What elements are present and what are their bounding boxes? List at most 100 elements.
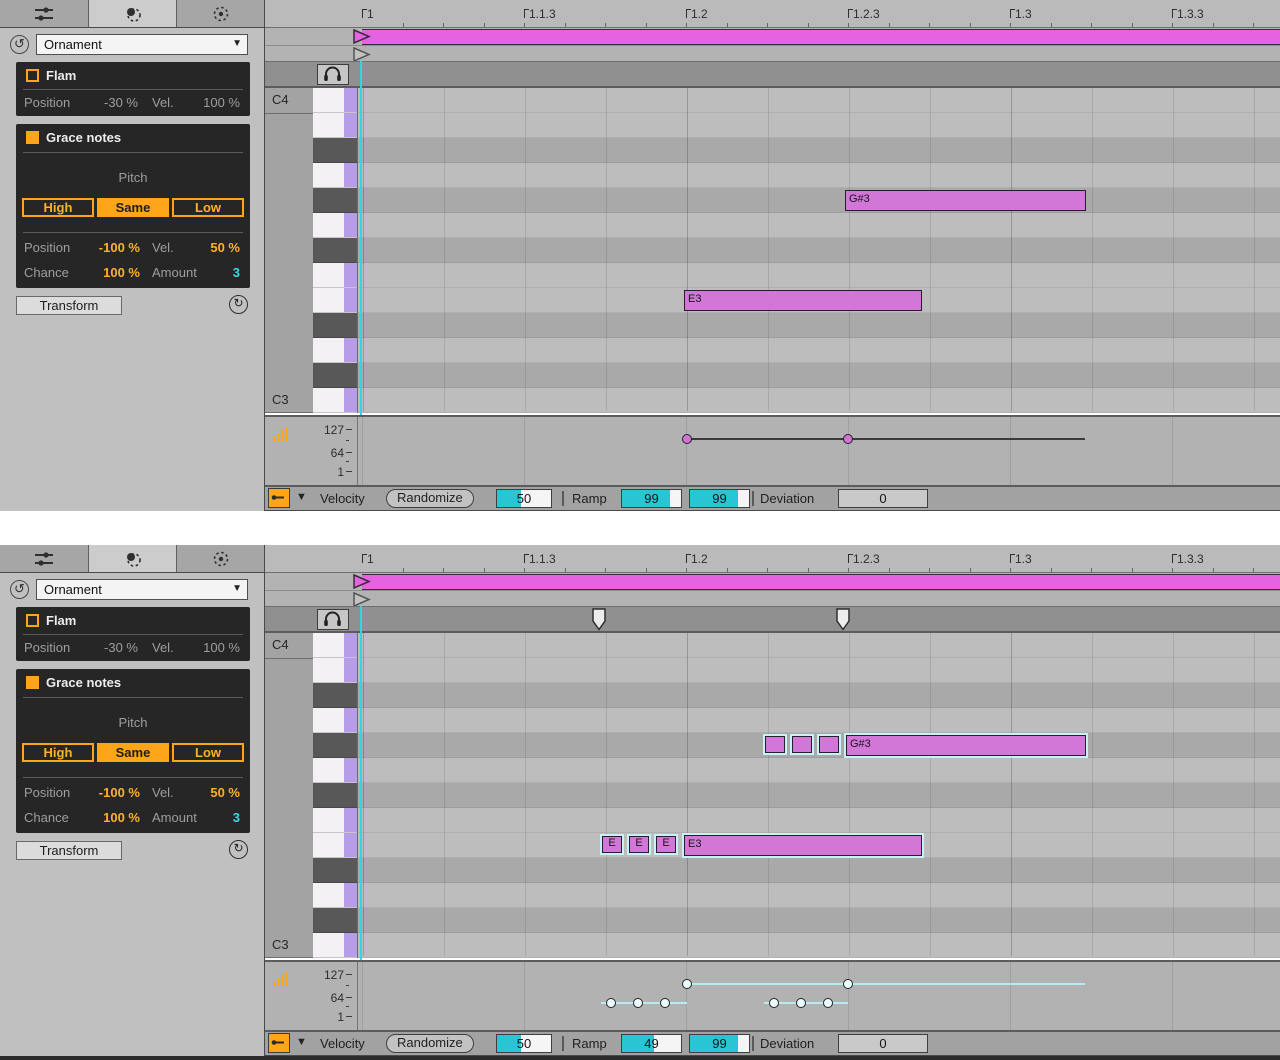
retrigger-button[interactable]: ↻ bbox=[229, 840, 248, 859]
amount-value[interactable]: 3 bbox=[166, 265, 240, 280]
white-key[interactable] bbox=[313, 288, 357, 313]
grace-note[interactable]: E bbox=[602, 836, 622, 853]
velocity-marker[interactable] bbox=[660, 998, 670, 1008]
scrub-row[interactable] bbox=[265, 606, 1280, 633]
black-key[interactable] bbox=[313, 188, 357, 213]
flam-vel-value[interactable]: 100 % bbox=[166, 95, 240, 110]
black-key[interactable] bbox=[313, 238, 357, 263]
velocity-marker[interactable] bbox=[843, 979, 853, 989]
flam-checkbox[interactable] bbox=[26, 614, 39, 627]
randomize-amount-field[interactable]: 50 bbox=[496, 489, 552, 508]
tab-generate[interactable] bbox=[177, 545, 265, 572]
transform-button[interactable]: Transform bbox=[16, 841, 122, 860]
white-key[interactable] bbox=[313, 658, 357, 683]
midi-note[interactable]: E3 bbox=[684, 835, 922, 856]
white-key[interactable] bbox=[313, 708, 357, 733]
black-key[interactable] bbox=[313, 908, 357, 933]
ramp-start-field[interactable]: 49 bbox=[621, 1034, 682, 1053]
preview-headphone-button[interactable] bbox=[317, 64, 349, 85]
pitch-same-button[interactable]: Same bbox=[97, 198, 169, 217]
grace-anchor-marker[interactable] bbox=[592, 608, 606, 631]
transform-button[interactable]: Transform bbox=[16, 296, 122, 315]
grace-position-value[interactable]: -100 % bbox=[56, 785, 140, 800]
clip-start-marker[interactable] bbox=[353, 47, 371, 62]
grace-notes-checkbox[interactable] bbox=[26, 676, 39, 689]
loop-bar[interactable] bbox=[362, 29, 1280, 45]
white-key[interactable] bbox=[313, 933, 357, 958]
randomize-amount-field[interactable]: 50 bbox=[496, 1034, 552, 1053]
white-key[interactable] bbox=[313, 808, 357, 833]
white-key[interactable] bbox=[313, 388, 357, 413]
lane-header-button[interactable] bbox=[268, 1033, 290, 1053]
tab-transform[interactable] bbox=[89, 545, 178, 572]
device-selector[interactable]: Ornament ▼ bbox=[36, 579, 248, 600]
ramp-end-field[interactable]: 99 bbox=[689, 1034, 750, 1053]
black-key[interactable] bbox=[313, 683, 357, 708]
tab-note-utilities[interactable] bbox=[0, 545, 89, 572]
device-reset-button[interactable]: ↺ bbox=[10, 580, 29, 599]
piano-keys[interactable] bbox=[313, 88, 357, 413]
grace-note[interactable] bbox=[792, 736, 812, 753]
grace-note[interactable] bbox=[765, 736, 785, 753]
flam-vel-value[interactable]: 100 % bbox=[166, 640, 240, 655]
loop-bar[interactable] bbox=[362, 574, 1280, 590]
scrub-row[interactable] bbox=[265, 61, 1280, 88]
white-key[interactable] bbox=[313, 213, 357, 238]
timeline-ruler[interactable]: 11.1.31.21.2.31.31.3.3 bbox=[265, 0, 1280, 28]
piano-keys[interactable] bbox=[313, 633, 357, 958]
midi-note[interactable]: G#3 bbox=[845, 190, 1086, 211]
grace-position-value[interactable]: -100 % bbox=[56, 240, 140, 255]
velocity-lane[interactable]: 127641 bbox=[265, 960, 1280, 1030]
retrigger-button[interactable]: ↻ bbox=[229, 295, 248, 314]
black-key[interactable] bbox=[313, 363, 357, 388]
grace-note[interactable] bbox=[819, 736, 839, 753]
white-key[interactable] bbox=[313, 758, 357, 783]
velocity-marker[interactable] bbox=[823, 998, 833, 1008]
deviation-field[interactable]: 0 bbox=[838, 1034, 928, 1053]
velocity-marker[interactable] bbox=[606, 998, 616, 1008]
black-key[interactable] bbox=[313, 783, 357, 808]
loop-start-marker[interactable] bbox=[353, 574, 371, 589]
randomize-button[interactable]: Randomize bbox=[386, 1034, 474, 1053]
preview-headphone-button[interactable] bbox=[317, 609, 349, 630]
timeline-ruler[interactable]: 11.1.31.21.2.31.31.3.3 bbox=[265, 545, 1280, 573]
grace-note[interactable]: E bbox=[656, 836, 676, 853]
deviation-field[interactable]: 0 bbox=[838, 489, 928, 508]
grace-vel-value[interactable]: 50 % bbox=[166, 240, 240, 255]
velocity-marker[interactable] bbox=[796, 998, 806, 1008]
amount-value[interactable]: 3 bbox=[166, 810, 240, 825]
note-grid[interactable]: G#3 E3 bbox=[357, 88, 1280, 413]
white-key[interactable] bbox=[313, 163, 357, 188]
velocity-marker[interactable] bbox=[633, 998, 643, 1008]
pitch-low-button[interactable]: Low bbox=[172, 198, 244, 217]
lane-caret-icon[interactable]: ▼ bbox=[296, 1036, 307, 1048]
device-reset-button[interactable]: ↺ bbox=[10, 35, 29, 54]
white-key[interactable] bbox=[313, 833, 357, 858]
note-grid[interactable]: G#3EEEE3 bbox=[357, 633, 1280, 958]
white-key[interactable] bbox=[313, 338, 357, 363]
loop-start-marker[interactable] bbox=[353, 29, 371, 44]
midi-note[interactable]: E3 bbox=[684, 290, 922, 311]
black-key[interactable] bbox=[313, 733, 357, 758]
white-key[interactable] bbox=[313, 263, 357, 288]
flam-position-value[interactable]: -30 % bbox=[56, 95, 138, 110]
tab-note-utilities[interactable] bbox=[0, 0, 89, 27]
pitch-same-button[interactable]: Same bbox=[97, 743, 169, 762]
lane-caret-icon[interactable]: ▼ bbox=[296, 491, 307, 503]
velocity-marker[interactable] bbox=[843, 434, 853, 444]
pitch-low-button[interactable]: Low bbox=[172, 743, 244, 762]
black-key[interactable] bbox=[313, 138, 357, 163]
grace-anchor-marker[interactable] bbox=[836, 608, 850, 631]
pitch-high-button[interactable]: High bbox=[22, 743, 94, 762]
black-key[interactable] bbox=[313, 858, 357, 883]
lane-header-button[interactable] bbox=[268, 488, 290, 508]
grace-note[interactable]: E bbox=[629, 836, 649, 853]
chance-value[interactable]: 100 % bbox=[56, 810, 140, 825]
white-key[interactable] bbox=[313, 113, 357, 138]
velocity-marker[interactable] bbox=[769, 998, 779, 1008]
white-key[interactable] bbox=[313, 88, 357, 113]
tab-transform[interactable] bbox=[89, 0, 178, 27]
black-key[interactable] bbox=[313, 313, 357, 338]
flam-checkbox[interactable] bbox=[26, 69, 39, 82]
randomize-button[interactable]: Randomize bbox=[386, 489, 474, 508]
